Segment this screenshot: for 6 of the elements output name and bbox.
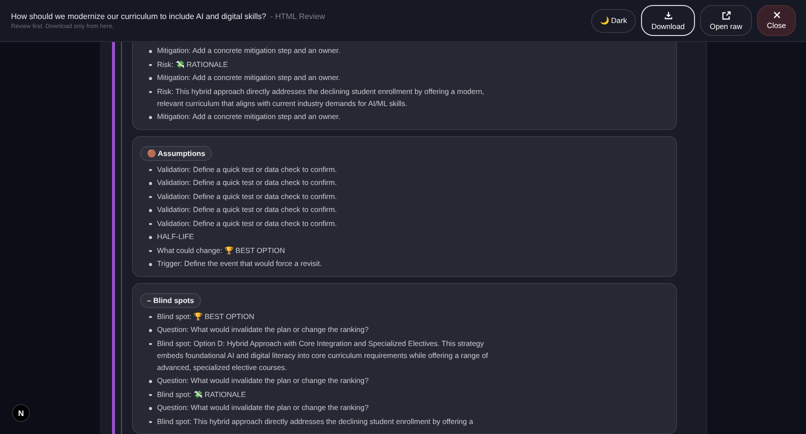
external-link-icon: [722, 10, 730, 20]
page-subtitle: - HTML Review: [270, 12, 326, 20]
page-title: How should we modernize our curriculum to include AI and digital skills?: [11, 12, 266, 20]
close-icon: [772, 11, 780, 19]
app-badge[interactable]: N: [12, 404, 30, 422]
download-icon: [664, 10, 672, 20]
